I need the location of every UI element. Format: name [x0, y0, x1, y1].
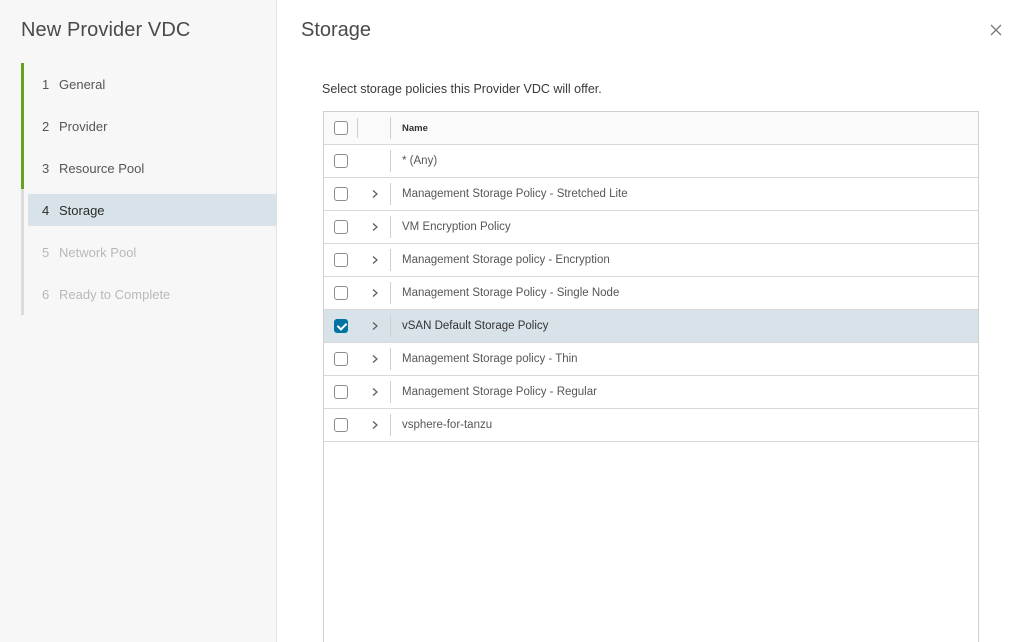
row-checkbox[interactable] [334, 418, 348, 432]
page-description: Select storage policies this Provider VD… [322, 82, 602, 96]
step-label: Resource Pool [59, 160, 145, 176]
step-number: 4 [42, 202, 50, 218]
wizard-title: New Provider VDC [21, 19, 191, 41]
row-checkbox[interactable] [334, 154, 348, 168]
row-select-cell [324, 244, 358, 276]
step-resource-pool[interactable]: 3 Resource Pool [21, 147, 277, 189]
table-row[interactable]: Management Storage Policy - Stretched Li… [324, 178, 978, 211]
row-checkbox[interactable] [334, 220, 348, 234]
chevron-right-icon[interactable] [370, 387, 380, 397]
chevron-right-icon[interactable] [370, 354, 380, 364]
step-provider[interactable]: 2 Provider [21, 105, 277, 147]
step-label: Network Pool [59, 244, 137, 260]
step-label: Provider [59, 118, 108, 134]
row-name-cell: vsphere-for-tanzu [402, 419, 493, 431]
row-select-cell [324, 343, 358, 375]
table-row[interactable]: vSAN Default Storage Policy [324, 310, 978, 343]
row-select-cell [324, 145, 358, 177]
column-header-name[interactable]: Name [391, 123, 978, 134]
table-row[interactable]: Management Storage Policy - Regular [324, 376, 978, 409]
row-name-cell: Management Storage Policy - Stretched Li… [402, 188, 628, 200]
step-number: 6 [42, 286, 50, 302]
row-name-cell: Management Storage Policy - Regular [402, 386, 597, 398]
step-network-pool: 5 Network Pool [21, 231, 277, 273]
row-name-cell: Management Storage Policy - Single Node [402, 287, 620, 299]
table-row[interactable]: Management Storage policy - Encryption [324, 244, 978, 277]
row-checkbox[interactable] [334, 187, 348, 201]
row-expand-cell [358, 178, 391, 210]
row-expand-cell [358, 409, 391, 441]
step-number: 5 [42, 244, 50, 260]
step-ready-to-complete: 6 Ready to Complete [21, 273, 277, 315]
row-checkbox[interactable] [334, 253, 348, 267]
select-all-cell [324, 112, 358, 144]
row-select-cell [324, 409, 358, 441]
row-name-cell: Management Storage policy - Encryption [402, 254, 610, 266]
row-expand-cell [358, 211, 391, 243]
row-expand-cell [358, 310, 391, 342]
grid-header-row: Name [324, 112, 978, 145]
row-select-cell [324, 376, 358, 408]
wizard-sidebar: New Provider VDC 1 General 2 Provider 3 Res… [0, 0, 277, 642]
chevron-right-icon[interactable] [370, 189, 380, 199]
row-checkbox[interactable] [334, 352, 348, 366]
wizard-content: Storage Select storage policies this Pro… [278, 0, 1024, 642]
row-expand-cell [358, 244, 391, 276]
chevron-right-icon[interactable] [370, 420, 380, 430]
table-row[interactable]: vsphere-for-tanzu [324, 409, 978, 442]
row-name-cell: VM Encryption Policy [402, 221, 511, 233]
row-checkbox[interactable] [334, 385, 348, 399]
row-expand-cell [358, 376, 391, 408]
step-general[interactable]: 1 General [21, 63, 277, 105]
step-number: 2 [42, 118, 50, 134]
row-checkbox[interactable] [334, 319, 348, 333]
row-select-cell [324, 277, 358, 309]
chevron-right-icon[interactable] [370, 222, 380, 232]
page-title: Storage [301, 19, 372, 41]
select-all-checkbox[interactable] [334, 121, 348, 135]
row-checkbox[interactable] [334, 286, 348, 300]
chevron-right-icon[interactable] [370, 288, 380, 298]
step-number: 3 [42, 160, 50, 176]
expand-column-header [358, 112, 391, 144]
row-select-cell [324, 211, 358, 243]
row-expand-cell [358, 277, 391, 309]
row-name-cell: Management Storage policy - Thin [402, 353, 578, 365]
table-row[interactable]: * (Any) [324, 145, 978, 178]
step-number: 1 [42, 76, 50, 92]
step-label: General [59, 76, 106, 92]
row-name-cell: * (Any) [402, 155, 438, 167]
table-row[interactable]: Management Storage policy - Thin [324, 343, 978, 376]
chevron-right-icon[interactable] [370, 321, 380, 331]
step-label: Ready to Complete [59, 286, 171, 302]
wizard-steps: 1 General 2 Provider 3 Resource Pool 4 Stora… [21, 63, 277, 315]
close-icon[interactable] [987, 21, 1005, 39]
row-select-cell [324, 178, 358, 210]
row-name-cell: vSAN Default Storage Policy [402, 320, 549, 332]
storage-policies-grid: Name * (Any) Management Storage Policy - … [323, 111, 979, 642]
row-expand-cell [358, 145, 391, 177]
row-select-cell [324, 310, 358, 342]
table-row[interactable]: Management Storage Policy - Single Node [324, 277, 978, 310]
table-row[interactable]: VM Encryption Policy [324, 211, 978, 244]
row-expand-cell [358, 343, 391, 375]
step-storage[interactable]: 4 Storage [21, 189, 277, 231]
chevron-right-icon[interactable] [370, 255, 380, 265]
step-label: Storage [59, 202, 105, 218]
